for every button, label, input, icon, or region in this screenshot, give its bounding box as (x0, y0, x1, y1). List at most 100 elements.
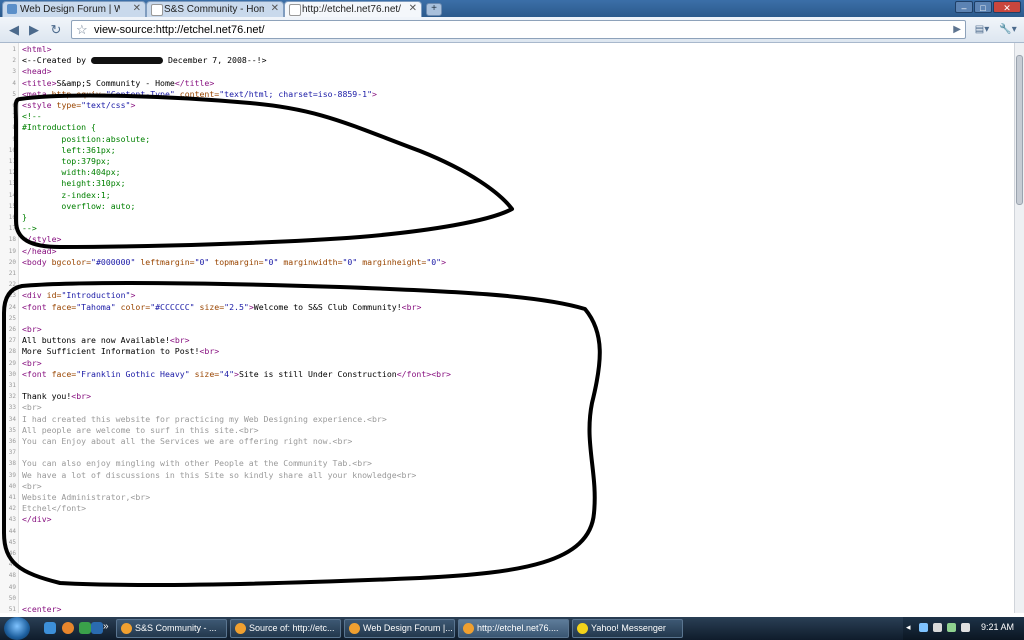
tray-expand-button[interactable]: ◂ (906, 622, 911, 633)
source-line: Thank you!<br> (22, 391, 92, 402)
line-number: 26 (8, 326, 16, 333)
wrench-menu-button[interactable]: 🔧▾ (996, 21, 1020, 38)
line-number: 17 (8, 225, 16, 233)
line-number: 29 (8, 359, 16, 367)
line-number: 10 (8, 146, 16, 154)
line-number: 25 (8, 314, 16, 322)
app-tray-icon[interactable] (933, 623, 942, 632)
line-number: 4 (12, 79, 16, 87)
line-number: 30 (8, 370, 16, 378)
yahoo-messenger-icon (577, 623, 588, 634)
line-number: 19 (8, 247, 16, 255)
close-window-button[interactable]: ✕ (993, 1, 1021, 13)
source-line: height:310px; (22, 178, 126, 189)
source-line: z-index:1; (22, 189, 111, 200)
clock[interactable]: 9:21 AM (981, 622, 1014, 632)
go-button[interactable]: ▶ (953, 23, 961, 37)
line-number: 36 (8, 438, 16, 445)
page-icon: ▤ (974, 24, 985, 35)
line-number: 49 (8, 583, 16, 591)
switch-windows-icon[interactable] (91, 622, 103, 634)
source-line: <!-- (22, 111, 42, 122)
line-number: 41 (8, 494, 16, 501)
close-tab-icon[interactable]: ✕ (271, 3, 279, 14)
tab-web-design-forum[interactable]: Web Design Forum | Web... ✕ (2, 1, 146, 17)
tab-view-source[interactable]: http://etchel.net76.net/ ✕ (284, 1, 422, 17)
line-number: 39 (8, 471, 16, 479)
taskbar-item-source-of[interactable]: Source of: http://etc... (230, 619, 341, 638)
source-line: <center> (22, 604, 62, 613)
source-line: top:379px; (22, 156, 111, 166)
line-number: 24 (8, 303, 16, 311)
line-number: 35 (8, 426, 16, 434)
taskbar-item-etchel[interactable]: http://etchel.net76.... (458, 619, 569, 638)
back-button[interactable]: ◀ (5, 21, 23, 38)
tab-strip: Web Design Forum | Web... ✕ S&S Communit… (0, 0, 1024, 17)
page-favicon-icon (151, 4, 163, 16)
scrollbar-thumb[interactable] (1016, 55, 1023, 205)
new-tab-button[interactable]: + (426, 3, 442, 16)
source-line: </div> (22, 514, 52, 525)
tab-title: Web Design Forum | Web... (20, 4, 120, 15)
source-line: You can also enjoy mingling with other P… (22, 458, 372, 469)
reload-button[interactable]: ↻ (47, 21, 65, 38)
windows-taskbar: » S&S Community - ... Source of: http://… (0, 617, 1024, 640)
source-line: #Introduction { (22, 122, 96, 133)
minimize-button[interactable]: – (955, 1, 973, 13)
source-line: left:361px; (22, 144, 116, 155)
app-quicklaunch-icon[interactable] (79, 622, 91, 634)
line-number: 3 (12, 68, 16, 76)
volume-icon[interactable] (961, 623, 970, 632)
source-line: <font face="Franklin Gothic Heavy" size=… (22, 368, 451, 379)
source-line: <head> (22, 66, 52, 77)
line-number: 43 (8, 516, 16, 524)
network-icon[interactable] (919, 623, 928, 632)
source-line: <br> (22, 480, 42, 491)
line-number: 32 (8, 393, 16, 401)
line-number: 18 (8, 236, 16, 244)
source-line: All buttons are now Available!<br> (22, 335, 190, 346)
tab-ss-community[interactable]: S&S Community - Home ✕ (146, 1, 284, 17)
address-bar[interactable]: ☆ view-source:http://etchel.net76.net/ ▶ (71, 20, 966, 39)
chrome-icon (463, 623, 474, 634)
line-number: 46 (8, 550, 16, 557)
line-number: 8 (12, 124, 16, 132)
line-number: 38 (8, 460, 16, 468)
vertical-scrollbar[interactable] (1014, 43, 1024, 613)
taskbar-item-ss-community[interactable]: S&S Community - ... (116, 619, 227, 638)
source-line: <br> (22, 324, 42, 334)
line-number: 42 (8, 505, 16, 513)
line-number: 48 (8, 572, 16, 580)
source-line: <br> (22, 357, 42, 368)
reload-icon: ↻ (50, 22, 62, 37)
page-menu-button[interactable]: ▤▾ (970, 21, 994, 38)
source-line: </head> (22, 245, 57, 256)
url-text[interactable]: view-source:http://etchel.net76.net/ (94, 23, 265, 37)
source-line: <title>S&amp;S Community - Home</title> (22, 77, 215, 88)
ie-quicklaunch-icon[interactable] (44, 622, 56, 634)
source-line: overflow: auto; (22, 200, 136, 211)
source-line: Etchel</font> (22, 503, 87, 514)
taskbar-item-yahoo-messenger[interactable]: Yahoo! Messenger (572, 619, 683, 638)
source-line: <style type="text/css"> (22, 100, 136, 110)
close-tab-icon[interactable]: ✕ (133, 3, 141, 14)
line-number-gutter: 1 2 3 4 5 6 7 8 9 10 11 12 13 14 15 16 17 18 19 20 21 22 23 24 2… (0, 43, 19, 613)
maximize-button[interactable]: □ (974, 1, 992, 13)
source-line: You can Enjoy about all the Services we … (22, 436, 353, 446)
line-number: 37 (8, 449, 16, 457)
system-tray: ◂ 9:21 AM (903, 617, 1024, 640)
bookmark-star-icon[interactable]: ☆ (76, 22, 88, 38)
quicklaunch-more-button[interactable]: » (103, 621, 109, 632)
annotation-layer (2, 93, 602, 588)
start-button[interactable] (4, 617, 30, 640)
messenger-tray-icon[interactable] (947, 623, 956, 632)
source-view: 1 2 3 4 5 6 7 8 9 10 11 12 13 14 15 16 17 18 19 20 21 22 23 24 2… (0, 43, 1014, 613)
firefox-quicklaunch-icon[interactable] (62, 622, 74, 634)
forward-button[interactable]: ▶ (25, 21, 43, 38)
close-tab-icon[interactable]: ✕ (409, 3, 417, 14)
line-number: 27 (8, 337, 16, 345)
source-line: <meta http-equiv="Content-Type" content=… (22, 88, 377, 99)
browser-toolbar: ◀ ▶ ↻ ☆ view-source:http://etchel.net76.… (0, 17, 1024, 43)
line-number: 7 (12, 113, 16, 121)
taskbar-item-web-design-forum[interactable]: Web Design Forum |... (344, 619, 455, 638)
